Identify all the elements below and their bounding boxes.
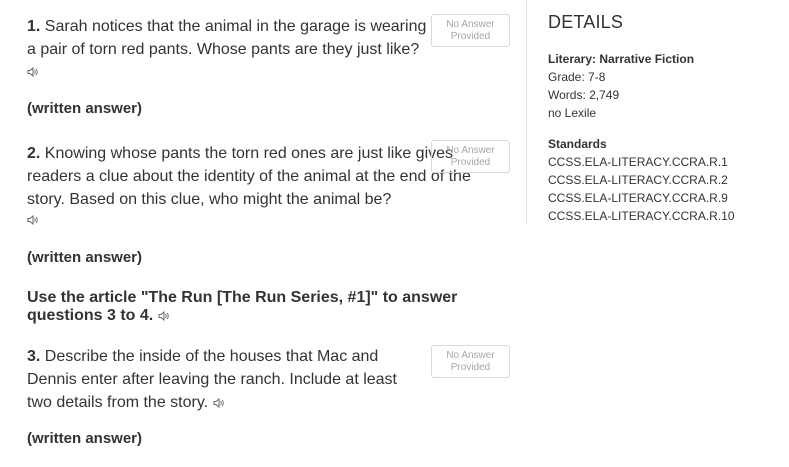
no-answer-badge: No Answer Provided	[431, 14, 510, 47]
written-answer-label: (written answer)	[27, 100, 143, 117]
section-instruction: Use the article "The Run [The Run Series…	[27, 289, 477, 325]
lexile-label: no Lexile	[548, 106, 597, 120]
column-divider	[526, 0, 527, 225]
details-heading: DETAILS	[548, 12, 624, 32]
word-count: Words: 2,749	[548, 88, 620, 102]
question-text: Knowing whose pants the torn red ones ar…	[27, 145, 471, 208]
grade-label: Grade: 7-8	[548, 70, 606, 84]
status-line: No Answer	[446, 350, 495, 361]
written-answer-label: (written answer)	[27, 249, 143, 266]
question-3: 3. Describe the inside of the houses tha…	[27, 345, 407, 414]
standard-item[interactable]: CCSS.ELA-LITERACY.CCRA.R.10	[548, 209, 735, 223]
speaker-icon[interactable]	[27, 215, 39, 225]
standards-heading: Standards	[548, 137, 607, 151]
status-line: Provided	[450, 362, 491, 373]
speaker-icon[interactable]	[158, 310, 170, 321]
genre-label: Literary: Narrative Fiction	[548, 52, 695, 66]
question-number: 2.	[27, 145, 41, 162]
status-line: Provided	[450, 157, 491, 168]
question-number: 1.	[27, 18, 41, 35]
question-text: Sarah notices that the animal in the gar…	[27, 18, 427, 58]
question-number: 3.	[27, 348, 41, 365]
status-line: No Answer	[446, 19, 495, 30]
no-answer-badge: No Answer Provided	[431, 345, 510, 378]
written-answer-label: (written answer)	[27, 430, 143, 447]
question-1: 1. Sarah notices that the animal in the …	[27, 15, 432, 61]
speaker-icon[interactable]	[27, 67, 39, 77]
speaker-icon[interactable]	[213, 397, 225, 408]
standard-item[interactable]: CCSS.ELA-LITERACY.CCRA.R.9	[548, 191, 728, 205]
standard-item[interactable]: CCSS.ELA-LITERACY.CCRA.R.2	[548, 173, 728, 187]
standard-item[interactable]: CCSS.ELA-LITERACY.CCRA.R.1	[548, 155, 728, 169]
instruction-text: Use the article "The Run [The Run Series…	[27, 289, 458, 324]
status-line: Provided	[450, 31, 491, 42]
no-answer-badge: No Answer Provided	[431, 140, 510, 173]
status-line: No Answer	[446, 145, 495, 156]
